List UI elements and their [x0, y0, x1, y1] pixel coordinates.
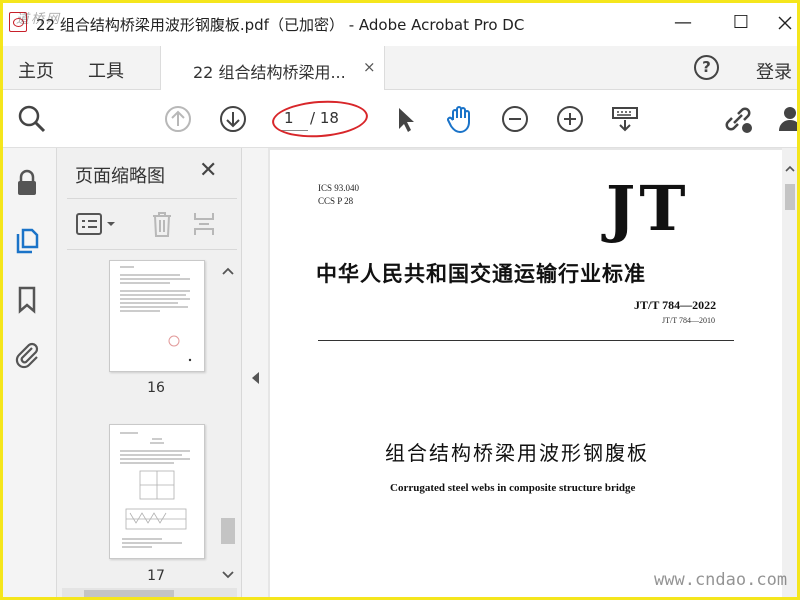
watermark-bottom-right: www.cndao.com	[654, 570, 788, 590]
delete-page-icon[interactable]	[147, 209, 177, 239]
select-cursor-icon[interactable]	[390, 103, 422, 135]
jt-logo: JT	[606, 172, 690, 245]
title-divider	[318, 340, 734, 341]
tab-tools[interactable]: 工具	[88, 57, 124, 83]
replaced-standard-code: JT/T 784—2010	[662, 316, 715, 325]
collapse-arrow-icon[interactable]	[252, 372, 259, 384]
navigation-rail	[0, 148, 57, 600]
next-page-icon[interactable]	[217, 103, 249, 135]
scroll-down-icon[interactable]	[221, 570, 235, 580]
standard-code: JT/T 784—2022	[634, 298, 717, 312]
toolbar: 1 / 18	[0, 90, 800, 148]
page-preview-16	[120, 266, 192, 362]
panel-title: 页面缩略图	[75, 166, 165, 187]
document-title-cn: 组合结构桥梁用波形钢腹板	[385, 441, 649, 465]
maximize-button[interactable]: ☐	[726, 10, 756, 36]
tab-home[interactable]: 主页	[18, 57, 54, 83]
document-tab-close-button[interactable]: ×	[363, 58, 376, 76]
page-thumbnail[interactable]	[109, 260, 205, 372]
panel-toolbar	[67, 198, 237, 250]
horizontal-scroll-thumb[interactable]	[84, 590, 174, 598]
thumbnail-scrollbar[interactable]	[218, 260, 238, 590]
window-title: 22 组合结构桥梁用波形钢腹板.pdf（已加密） - Adobe Acrobat…	[36, 16, 525, 34]
login-button[interactable]: 登录	[756, 58, 792, 84]
thumbnail-options-icon[interactable]	[75, 211, 121, 237]
document-scrollbar[interactable]	[782, 148, 797, 600]
share-link-icon[interactable]	[722, 103, 754, 135]
tab-bar: 主页 工具 22 组合结构桥梁用... × ? 登录	[0, 46, 800, 90]
ccs-code: CCS P 28	[318, 196, 354, 206]
extract-page-icon[interactable]	[189, 209, 219, 239]
pdf-page	[270, 150, 782, 600]
keyboard-icon[interactable]	[609, 103, 641, 135]
title-bar: 道桥网 22 组合结构桥梁用波形钢腹板.pdf（已加密） - Adobe Acr…	[0, 0, 800, 46]
thumbnail-label: 17	[147, 568, 165, 584]
tab-document[interactable]: 22 组合结构桥梁用... ×	[160, 46, 385, 90]
thumbnail-horizontal-scrollbar[interactable]	[62, 588, 237, 600]
doc-scroll-up-icon[interactable]	[784, 164, 796, 174]
hand-tool-icon[interactable]	[444, 103, 476, 135]
zoom-in-icon[interactable]	[554, 103, 586, 135]
attachment-icon[interactable]	[12, 340, 42, 370]
standard-title: 中华人民共和国交通运输行业标准	[316, 261, 646, 286]
help-icon[interactable]: ?	[694, 55, 719, 80]
ics-code: ICS 93.040	[318, 183, 360, 193]
document-tab-label: 22 组合结构桥梁用...	[193, 63, 346, 82]
panel-close-button[interactable]: ✕	[199, 158, 217, 183]
user-icon[interactable]	[776, 103, 800, 135]
scroll-up-icon[interactable]	[221, 266, 235, 276]
thumbnail-scroll-thumb[interactable]	[221, 518, 235, 544]
zoom-out-icon[interactable]	[499, 103, 531, 135]
close-icon	[778, 16, 792, 30]
page-thumbnail[interactable]	[109, 424, 205, 559]
page-thumbnails-icon[interactable]	[12, 226, 42, 256]
page-preview-17	[120, 432, 190, 548]
document-title-en: Corrugated steel webs in composite struc…	[390, 482, 636, 494]
lock-icon[interactable]	[12, 168, 42, 198]
bookmark-icon[interactable]	[12, 284, 42, 314]
thumbnail-label: 16	[147, 380, 165, 396]
close-window-button[interactable]	[770, 10, 800, 36]
search-icon[interactable]	[16, 103, 48, 135]
minimize-button[interactable]: —	[668, 10, 698, 36]
document-scroll-thumb[interactable]	[785, 184, 795, 210]
prev-page-icon[interactable]	[162, 103, 194, 135]
thumbnail-panel: 页面缩略图 ✕ 16 17	[57, 148, 242, 600]
